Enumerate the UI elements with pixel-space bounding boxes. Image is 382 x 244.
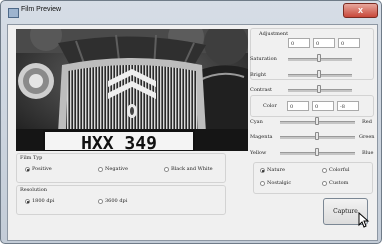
preview-image: HXX 349: [16, 29, 248, 151]
film-negative-radio[interactable]: [98, 167, 103, 172]
adjustment-value-2[interactable]: 0: [313, 38, 335, 48]
close-icon: x: [357, 5, 363, 15]
window-title: Film Preview: [21, 6, 62, 13]
blue-label: Blue: [362, 150, 374, 156]
preset-nature-radio[interactable]: [260, 168, 265, 173]
film-preview-window: Film Preview x HXX 349 Adjustment 0 0 0 …: [0, 0, 382, 244]
resolution-title: Resolution: [20, 187, 47, 193]
film-negative-label: Negative: [105, 166, 128, 172]
car-photo: HXX 349: [16, 29, 248, 151]
mouse-pointer-icon: [358, 212, 370, 228]
adjustment-value-3[interactable]: 0: [338, 38, 360, 48]
color-value-1[interactable]: 0: [287, 101, 309, 111]
saturation-label: Saturation: [250, 56, 277, 62]
res-1800-radio[interactable]: [25, 199, 30, 204]
cyan-red-thumb[interactable]: [315, 117, 319, 125]
contrast-label: Contrast: [250, 87, 273, 93]
adjustment-value-1[interactable]: 0: [288, 38, 310, 48]
color-value-3[interactable]: -8: [337, 101, 359, 111]
adjustment-title: Adjustment: [259, 31, 289, 37]
magenta-green-thumb[interactable]: [315, 132, 319, 140]
yellow-label: Yellow: [250, 150, 267, 156]
license-plate-text: HXX 349: [81, 133, 157, 151]
bright-thumb[interactable]: [317, 70, 321, 78]
adjustment-panel: Adjustment 0 0 0: [250, 28, 374, 80]
preset-colorful-label: Colorful: [329, 167, 350, 173]
film-icon: [8, 8, 19, 18]
preset-colorful-radio[interactable]: [322, 168, 327, 173]
film-type-title: Film Typ: [20, 155, 43, 161]
film-type-panel: Film Typ Positive Negative Black and Whi…: [16, 153, 226, 183]
color-value-2[interactable]: 0: [312, 101, 334, 111]
color-panel: Color 0 0 -8: [250, 95, 374, 117]
red-label: Red: [362, 119, 372, 125]
film-bw-radio[interactable]: [164, 167, 169, 172]
preset-custom-label: Custom: [329, 180, 349, 186]
film-positive-radio[interactable]: [25, 167, 30, 172]
cyan-label: Cyan: [250, 119, 263, 125]
title-bar[interactable]: Film Preview x: [1, 1, 381, 23]
film-bw-label: Black and White: [171, 166, 213, 172]
res-1800-label: 1800 dpi: [32, 198, 55, 204]
color-title: Color: [263, 103, 277, 109]
yellow-blue-thumb[interactable]: [315, 148, 319, 156]
contrast-thumb[interactable]: [317, 85, 321, 93]
magenta-label: Magenta: [250, 134, 273, 140]
preset-custom-radio[interactable]: [322, 181, 327, 186]
resolution-panel: Resolution 1800 dpi 3600 dpi: [16, 185, 226, 215]
capture-label: Capture: [333, 208, 358, 215]
bright-label: Bright: [250, 72, 267, 78]
film-positive-label: Positive: [32, 166, 52, 172]
green-label: Green: [359, 134, 375, 140]
res-3600-label: 3600 dpi: [105, 198, 128, 204]
preset-nature-label: Nature: [267, 167, 285, 173]
saturation-thumb[interactable]: [317, 54, 321, 62]
res-3600-radio[interactable]: [98, 199, 103, 204]
close-button[interactable]: x: [343, 3, 378, 18]
preset-nostalgic-label: Nostalgic: [267, 180, 292, 186]
preset-nostalgic-radio[interactable]: [260, 181, 265, 186]
